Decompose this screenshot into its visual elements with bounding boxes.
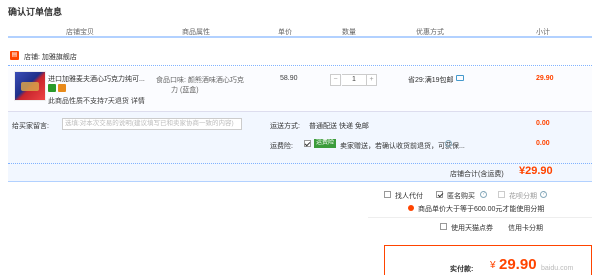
huabei-label: 花呗分期: [509, 193, 537, 200]
product-thumbnail[interactable]: [14, 71, 46, 101]
shop-icon: ▤: [10, 51, 19, 60]
insurance-checkbox[interactable]: [304, 140, 311, 147]
service-badge-icon: [48, 84, 56, 92]
quantity-plus-button[interactable]: +: [366, 74, 377, 86]
insurance-price: 0.00: [536, 140, 550, 147]
speech-bubble-icon[interactable]: [456, 75, 464, 81]
huabei-checkbox[interactable]: [498, 191, 505, 198]
table-header: 店铺宝贝 商品属性 单价 数量 优惠方式 小计: [8, 22, 592, 38]
insurance-label: 运费险:: [270, 143, 293, 150]
insurance-tag: 运费险: [314, 139, 337, 148]
divider: [368, 217, 592, 218]
cash-coupon-label[interactable]: 使用天猫点券: [451, 223, 493, 233]
product-title-link[interactable]: 进口加雅麦夫酒心巧克力纯可...: [48, 74, 145, 84]
column-header-item: 店铺宝贝: [66, 29, 94, 36]
quantity-minus-button[interactable]: −: [330, 74, 341, 86]
final-payment-label: 实付款:: [450, 266, 474, 273]
item-subtotal: 29.90: [536, 75, 554, 82]
proxy-pay-checkbox[interactable]: [384, 191, 391, 198]
product-attribute: 食品口味: 颜熊酒味酒心巧克: [156, 77, 244, 84]
shipping-method[interactable]: 普通配送 快递 免邮: [309, 121, 369, 131]
quantity-input[interactable]: 1: [342, 74, 366, 86]
column-header-attrs: 商品属性: [182, 29, 210, 36]
shop-total-row: 店铺合计(含运费) ¥29.90: [8, 164, 592, 182]
page-title: 确认订单信息: [8, 7, 63, 17]
watermark: baidu.com: [541, 265, 574, 272]
warning-icon: [408, 205, 414, 211]
shop-total-value: ¥29.90: [519, 165, 553, 177]
help-icon[interactable]: ?: [445, 140, 452, 147]
column-header-price: 单价: [278, 29, 292, 36]
shop-row: ▤ 店铺: 加雅旗舰店: [8, 48, 592, 66]
column-header-subtotal: 小计: [536, 29, 550, 36]
order-item-row: 进口加雅麦夫酒心巧克力纯可... 此商品性质不支持7天退货 详情 食品口味: 颜…: [8, 67, 592, 112]
huabei-help-icon[interactable]: ?: [540, 191, 547, 198]
anonymous-checkbox[interactable]: [436, 191, 443, 198]
final-payment-amount: 29.90: [499, 256, 537, 273]
installment-notice: 商品单价大于等于600.00元才能使用分期: [418, 206, 545, 213]
installment-link[interactable]: 信用卡分期: [508, 223, 543, 233]
promo-text: 省29:满19包邮: [408, 77, 454, 84]
shipping-price: 0.00: [536, 120, 550, 127]
buyer-message-input[interactable]: 选填:对本次交易的说明(建议填写已和卖家协商一致的内容): [62, 118, 242, 130]
guarantee-badge-icon: [58, 84, 66, 92]
return-policy-notice[interactable]: 此商品性质不支持7天退货 详情: [48, 96, 145, 106]
shop-name-link[interactable]: 店铺: 加雅旗舰店: [24, 52, 77, 62]
column-header-promo: 优惠方式: [416, 29, 444, 36]
shop-total-label: 店铺合计(含运费): [450, 171, 504, 178]
anonymous-help-icon[interactable]: ?: [480, 191, 487, 198]
message-label: 给买家留言:: [12, 123, 49, 130]
proxy-pay-label[interactable]: 找人代付: [395, 191, 423, 201]
anonymous-label[interactable]: 匿名购买: [447, 191, 475, 201]
cash-coupon-checkbox[interactable]: [440, 223, 447, 230]
product-attribute-cont: 力 (蓝盒): [171, 87, 199, 94]
unit-price: 58.90: [280, 75, 298, 82]
message-shipping-section: 给买家留言: 选填:对本次交易的说明(建议填写已和卖家协商一致的内容) 运送方式…: [8, 112, 592, 164]
shipping-label: 运送方式:: [270, 123, 300, 130]
currency-symbol: ¥: [490, 260, 496, 271]
column-header-quantity: 数量: [342, 29, 356, 36]
quantity-stepper: − 1 +: [330, 74, 378, 86]
